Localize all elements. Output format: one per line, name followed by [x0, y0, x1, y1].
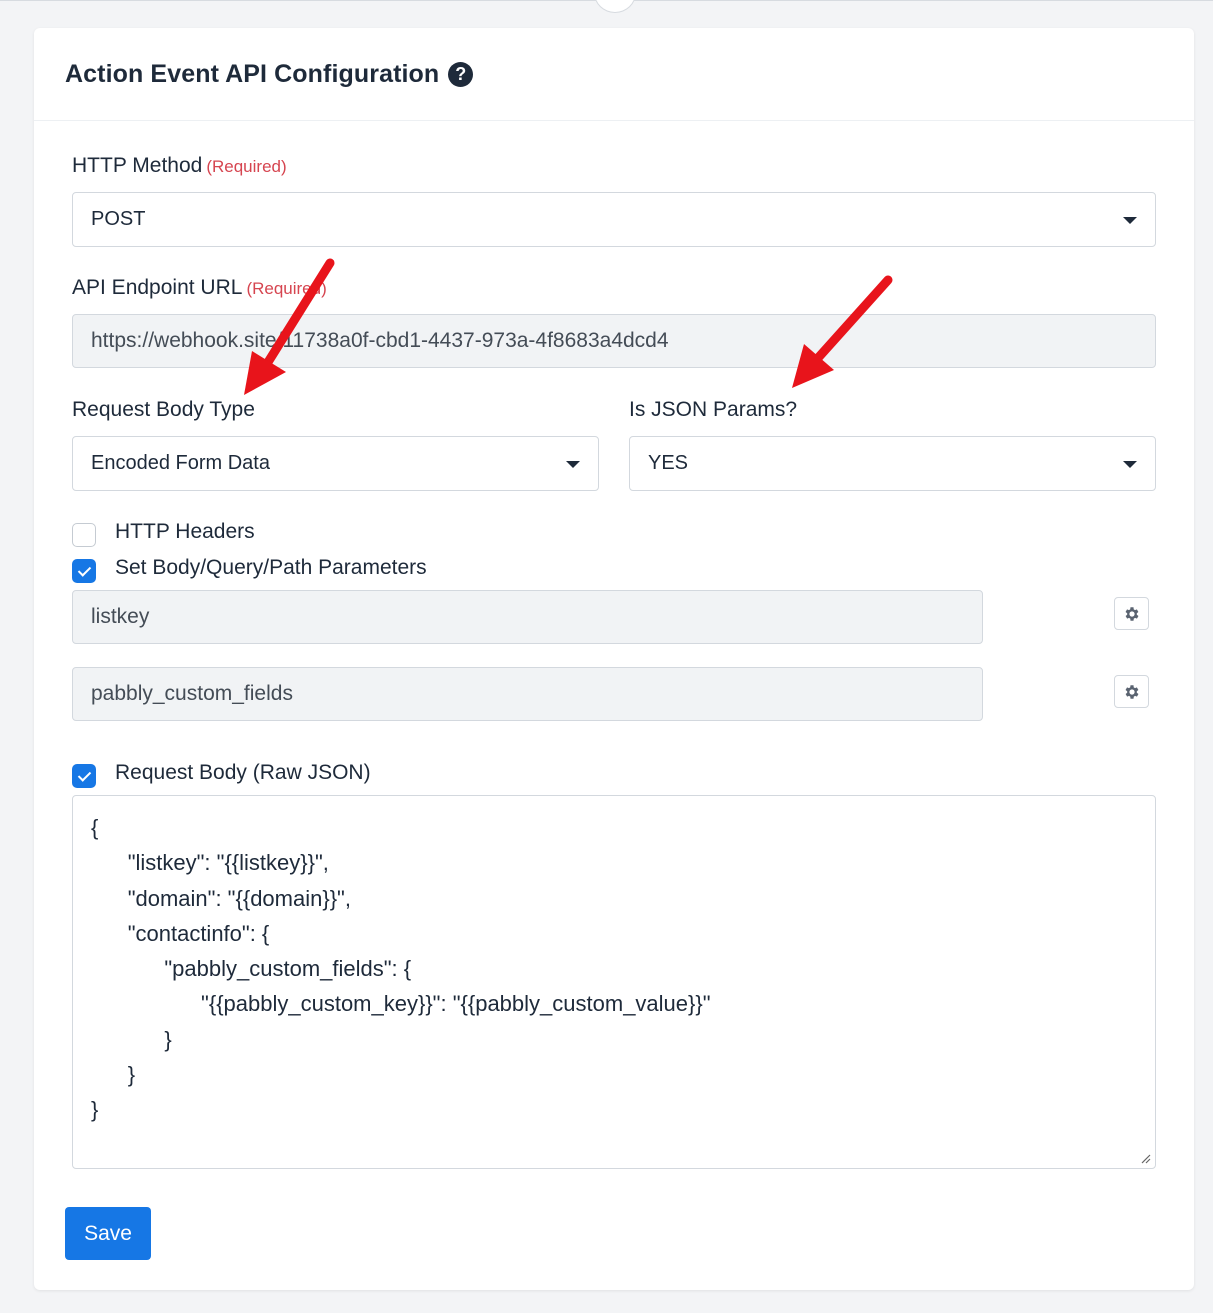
card-header: Action Event API Configuration ?	[34, 28, 1194, 121]
param-settings-button[interactable]	[1114, 675, 1149, 708]
endpoint-label-text: API Endpoint URL	[72, 276, 243, 299]
http-method-select[interactable]: POST	[72, 192, 1156, 247]
json-params-select[interactable]: YES	[629, 436, 1156, 491]
resize-handle-icon[interactable]	[1139, 1152, 1151, 1164]
body-type-select[interactable]: Encoded Form Data	[72, 436, 599, 491]
set-params-checkbox[interactable]	[72, 559, 96, 583]
annotation-arrow-icon	[244, 258, 335, 395]
json-params-label: Is JSON Params?	[629, 398, 798, 421]
param-settings-button[interactable]	[1114, 597, 1149, 630]
chevron-down-icon	[1123, 460, 1137, 468]
config-card: Action Event API Configuration ? HTTP Me…	[34, 28, 1194, 1290]
endpoint-url-value: https://webhook.site/11738a0f-cbd1-4437-…	[91, 329, 669, 352]
question-circle-icon[interactable]: ?	[448, 61, 474, 87]
gear-icon	[1125, 684, 1138, 699]
param-name: pabbly_custom_fields	[91, 682, 293, 705]
http-method-value: POST	[91, 208, 146, 230]
raw-json-label: Request Body (Raw JSON)	[115, 761, 371, 784]
save-button[interactable]: Save	[65, 1207, 151, 1260]
annotation-arrow-icon	[792, 275, 893, 388]
gear-icon	[1125, 606, 1138, 621]
page-title: Action Event API Configuration	[65, 59, 440, 88]
raw-json-content: { "listkey": "{{listkey}}", "domain": "{…	[91, 815, 711, 1123]
http-method-label: HTTP Method (Required)	[72, 154, 287, 178]
param-field-listkey[interactable]: listkey	[72, 590, 983, 644]
http-headers-label: HTTP Headers	[115, 520, 255, 543]
connector-node	[594, 0, 636, 13]
raw-json-checkbox[interactable]	[72, 764, 96, 788]
http-method-label-text: HTTP Method	[72, 154, 203, 177]
param-name: listkey	[91, 605, 150, 628]
required-tag: (Required)	[206, 157, 287, 176]
chevron-down-icon	[566, 460, 580, 468]
body-type-label: Request Body Type	[72, 398, 255, 421]
http-headers-checkbox[interactable]	[72, 523, 96, 547]
json-params-value: YES	[648, 452, 689, 474]
param-field-custom-fields[interactable]: pabbly_custom_fields	[72, 667, 983, 721]
set-params-label: Set Body/Query/Path Parameters	[115, 556, 427, 579]
chevron-down-icon	[1123, 216, 1137, 224]
raw-json-textarea[interactable]: { "listkey": "{{listkey}}", "domain": "{…	[72, 795, 1156, 1169]
body-type-value: Encoded Form Data	[91, 452, 270, 474]
